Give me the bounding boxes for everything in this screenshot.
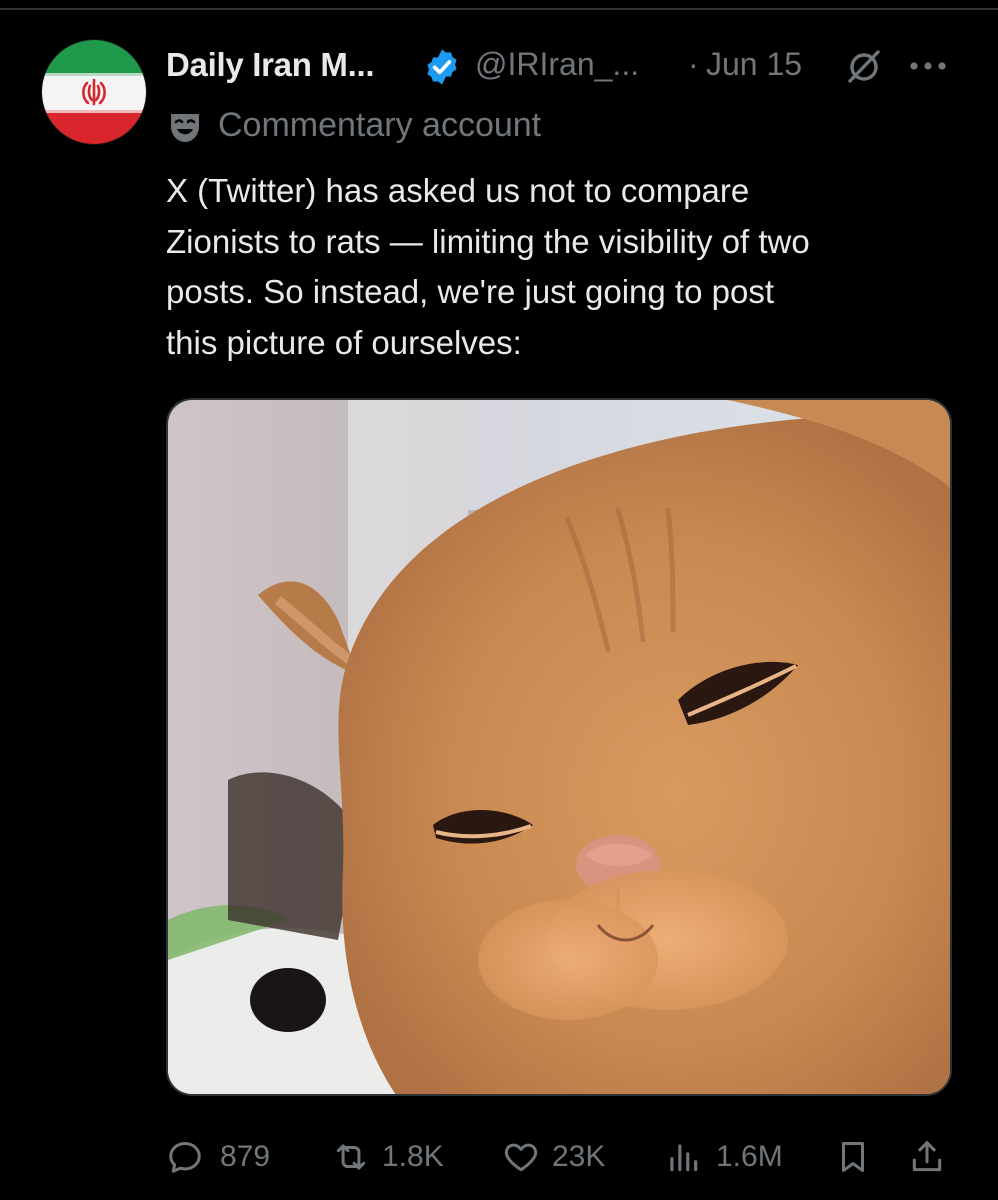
reply-button[interactable]: 879 — [166, 1130, 286, 1182]
account-label-text: Commentary account — [218, 106, 542, 144]
repost-count: 1.8K — [382, 1140, 444, 1173]
iran-flag-avatar-icon — [42, 40, 146, 144]
reply-icon — [169, 1142, 201, 1173]
author-handle[interactable]: @IRIran_... — [475, 46, 639, 83]
tweet-action-bar: 879 1.8K 23K 1.6M — [166, 1130, 952, 1182]
reply-count: 879 — [220, 1140, 271, 1173]
bookmark-icon — [841, 1142, 865, 1172]
cat-photo — [168, 400, 950, 1094]
like-button[interactable]: 23K — [502, 1130, 632, 1182]
author-avatar[interactable] — [42, 40, 146, 144]
tweet-media-image[interactable] — [166, 398, 952, 1096]
tweet-header: Daily Iran M... @IRIran_... · Jun 15 — [166, 42, 968, 92]
verified-badge-icon[interactable] — [422, 47, 462, 87]
top-divider — [0, 8, 998, 10]
like-count: 23K — [552, 1140, 606, 1173]
theater-mask-icon — [171, 114, 199, 142]
repost-icon — [336, 1144, 366, 1170]
view-count: 1.6M — [716, 1140, 783, 1173]
heart-icon — [504, 1143, 538, 1172]
tweet-text: X (Twitter) has asked us not to compare … — [166, 172, 810, 361]
share-icon — [912, 1141, 942, 1172]
views-chart-icon — [670, 1144, 698, 1172]
views-button[interactable]: 1.6M — [664, 1130, 804, 1182]
more-options-icon[interactable] — [906, 56, 950, 76]
repost-button[interactable]: 1.8K — [332, 1130, 472, 1182]
share-button[interactable] — [908, 1130, 948, 1182]
author-display-name[interactable]: Daily Iran M... — [166, 46, 375, 84]
grok-icon[interactable] — [844, 46, 884, 86]
tweet-date[interactable]: Jun 15 — [706, 46, 802, 83]
separator-dot: · — [688, 46, 699, 82]
bookmark-button[interactable] — [834, 1130, 874, 1182]
